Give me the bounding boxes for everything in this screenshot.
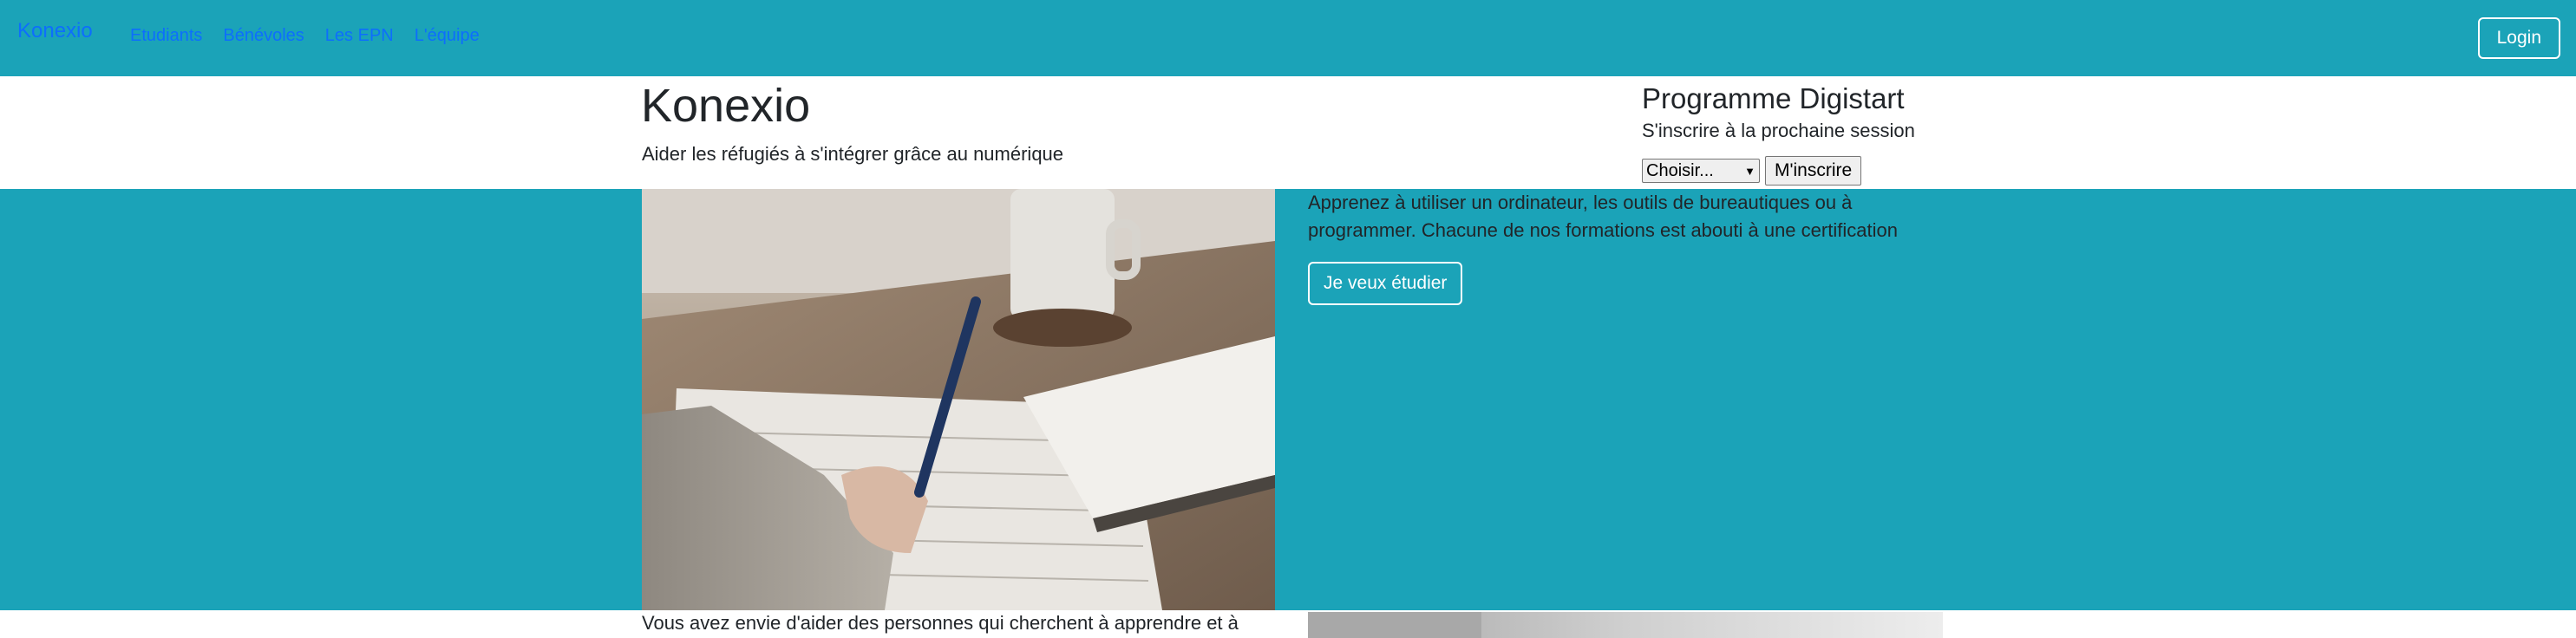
nav-links: Etudiants Bénévoles Les EPN L'équipe xyxy=(130,26,500,46)
nav-link-equipe[interactable]: L'équipe xyxy=(415,26,480,46)
study-button[interactable]: Je veux étudier xyxy=(1308,262,1463,305)
nav-link-epn[interactable]: Les EPN xyxy=(325,26,394,46)
student-writing-photo xyxy=(642,189,1275,610)
nav-link-benevoles[interactable]: Bénévoles xyxy=(223,26,304,46)
signup-button[interactable]: M'inscrire xyxy=(1765,156,1862,186)
login-button[interactable]: Login xyxy=(2477,17,2560,59)
chevron-down-icon: ▼ xyxy=(1744,164,1755,178)
session-select-value: Choisir... xyxy=(1646,160,1714,180)
program-signup-form: Choisir... ▼ M'inscrire xyxy=(1642,156,1862,186)
volunteers-photo xyxy=(1308,612,1943,638)
students-section xyxy=(0,189,2576,610)
students-text-line-1: Apprenez à utiliser un ordinateur, les o… xyxy=(1308,192,1853,213)
session-select[interactable]: Choisir... ▼ xyxy=(1642,159,1760,183)
students-text-line-2: programmer. Chacune de nos formations es… xyxy=(1308,219,1898,241)
nav-link-etudiants[interactable]: Etudiants xyxy=(130,26,202,46)
page-subtitle: Aider les réfugiés à s'intégrer grâce au… xyxy=(642,143,1064,165)
page-title: Konexio xyxy=(641,80,811,132)
program-subtitle: S'inscrire à la prochaine session xyxy=(1642,120,1915,141)
volunteers-description: Vous avez envie d'aider des personnes qu… xyxy=(642,612,1239,634)
navbar: Konexio Etudiants Bénévoles Les EPN L'éq… xyxy=(0,0,2576,76)
program-title: Programme Digistart xyxy=(1642,82,1905,114)
students-description: Apprenez à utiliser un ordinateur, les o… xyxy=(1308,189,1932,244)
brand-link[interactable]: Konexio xyxy=(17,19,93,43)
